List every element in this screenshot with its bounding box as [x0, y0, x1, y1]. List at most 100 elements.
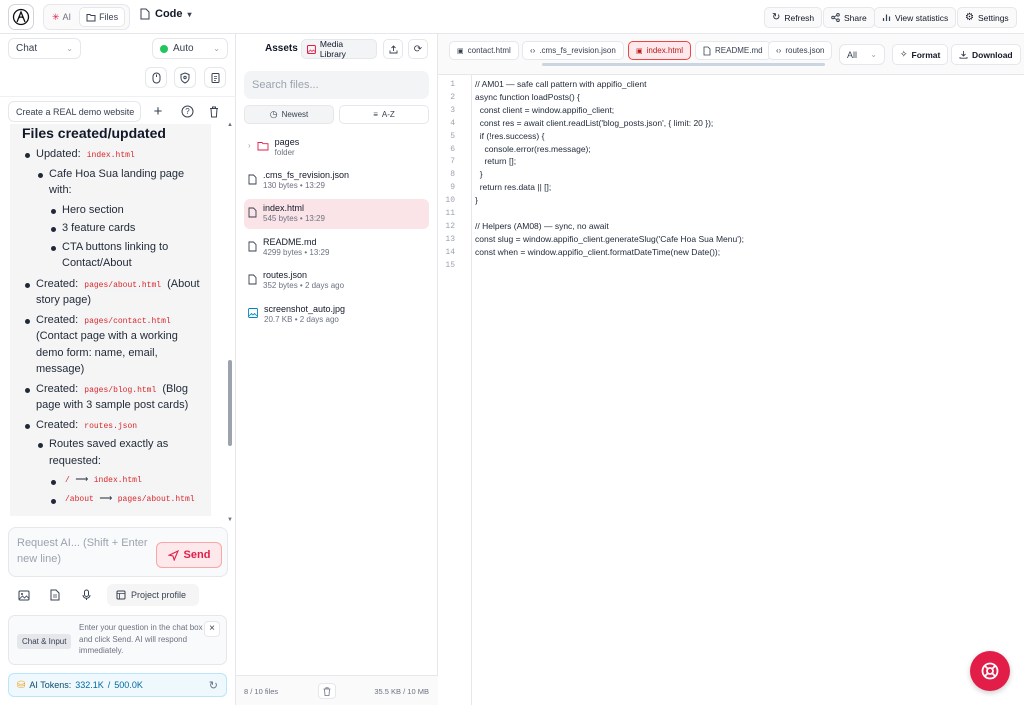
created-desc: (Contact page with a working demo form: …	[36, 330, 178, 375]
mode-select[interactable]: Chat ⌄	[8, 38, 81, 59]
file-name: screenshot_auto.jpg	[264, 304, 346, 314]
refresh-icon[interactable]: ↻	[209, 679, 218, 692]
file-icon	[248, 274, 257, 285]
file-code: index.html	[83, 150, 138, 161]
editor-tab[interactable]: ‹› .cms_fs_revision.json	[522, 41, 624, 60]
coins-icon: ⛁	[17, 679, 26, 691]
editor-tab[interactable]: ‹› routes.json	[768, 41, 833, 60]
support-button[interactable]	[970, 651, 1010, 691]
folder-icon	[257, 142, 269, 151]
file-name: pages	[274, 137, 300, 147]
view-statistics-button[interactable]: View statistics	[874, 7, 957, 28]
help-button[interactable]: ?	[176, 101, 198, 122]
chat-composer[interactable]: Request AI... (Shift + Enter new line) S…	[8, 527, 228, 577]
list-item: Routes saved exactly as requested:	[35, 436, 208, 469]
editor-tab[interactable]: ▣ contact.html	[449, 41, 519, 60]
close-hint-button[interactable]: ×	[204, 621, 220, 637]
sync-icon: ⟳	[413, 43, 423, 55]
clear-button[interactable]	[318, 683, 336, 699]
view-statistics-label: View statistics	[895, 12, 949, 23]
route-path: /	[62, 475, 73, 486]
list-item: 3 feature cards	[48, 220, 208, 237]
list-item: Created: pages/contact.html (Contact pag…	[22, 312, 208, 378]
document-icon	[50, 589, 60, 601]
mouse-button[interactable]	[145, 67, 167, 88]
editor-tab-active[interactable]: ▣ index.html	[628, 41, 692, 60]
media-library-button[interactable]: Media Library	[301, 39, 377, 59]
file-search-input[interactable]: Search files...	[244, 71, 429, 99]
microphone-button[interactable]	[74, 584, 98, 606]
folder-item-pages[interactable]: › pages folder	[244, 133, 429, 163]
file-item-selected[interactable]: index.html 545 bytes • 13:29	[244, 199, 429, 229]
created-label: Created:	[36, 382, 79, 395]
file-name: index.html	[263, 203, 305, 213]
tabs-scrollbar[interactable]	[449, 63, 833, 67]
model-select[interactable]: Auto ⌄	[152, 38, 228, 59]
add-button[interactable]: +	[147, 101, 169, 122]
share-button[interactable]: Share	[823, 7, 875, 28]
delete-button[interactable]	[203, 101, 225, 122]
file-item[interactable]: routes.json 352 bytes • 2 days ago	[244, 266, 429, 296]
editor-tab-label: README.md	[715, 46, 763, 55]
media-library-label: Media Library	[319, 39, 346, 59]
file-name: .cms_fs_revision.json	[263, 170, 350, 180]
tab-files[interactable]: Files	[79, 7, 126, 27]
route-item: /about ⟶ pages/about.html	[48, 492, 208, 506]
file-item[interactable]: .cms_fs_revision.json 130 bytes • 13:29	[244, 166, 429, 196]
send-button[interactable]: Send	[156, 542, 222, 568]
sort-az-button[interactable]: ≡ A-Z	[339, 105, 429, 124]
chat-scrollbar[interactable]: ▲ ▼	[227, 122, 233, 523]
folder-icon	[86, 13, 96, 21]
refresh-button[interactable]: ↻ Refresh	[764, 7, 823, 28]
settings-button[interactable]: ⚙ Settings	[957, 7, 1017, 28]
clipboard-icon	[211, 73, 219, 83]
editor-tab[interactable]: README.md	[695, 41, 771, 60]
refresh-label: Refresh	[784, 12, 815, 23]
tab-ai[interactable]: ✳ AI	[46, 7, 77, 27]
clipboard-button[interactable]	[204, 67, 226, 88]
editor-tab-label: contact.html	[467, 46, 511, 55]
download-button[interactable]: Download	[951, 44, 1021, 65]
bar-chart-icon	[882, 14, 891, 21]
project-profile-label: Project profile	[131, 590, 187, 600]
send-icon	[167, 549, 179, 561]
file-count: 8 / 10 files	[244, 687, 279, 696]
filter-select[interactable]: All ⌄	[839, 44, 885, 65]
tabs-scrollbar-thumb[interactable]	[542, 63, 825, 66]
sort-newest-button[interactable]: ◷ Newest	[244, 105, 334, 124]
app-logo[interactable]	[8, 4, 34, 30]
file-code: pages/contact.html	[81, 315, 174, 327]
file-name: routes.json	[263, 270, 308, 280]
project-input[interactable]: Create a REAL demo website	[8, 101, 141, 122]
updated-label: Updated:	[36, 148, 81, 160]
file-item[interactable]: README.md 4299 bytes • 13:29	[244, 233, 429, 263]
project-profile-button[interactable]: Project profile	[107, 584, 199, 606]
assets-footer: 8 / 10 files 35.5 KB / 10 MB	[236, 675, 438, 705]
shield-icon	[180, 71, 190, 84]
image-icon	[307, 44, 316, 54]
share-label: Share	[844, 12, 867, 23]
chevron-down-icon: ⌄	[66, 44, 73, 53]
file-meta: 4299 bytes • 13:29	[263, 247, 330, 257]
upload-button[interactable]	[383, 39, 403, 59]
view-switcher: ✳ AI Files	[43, 4, 130, 30]
code-area[interactable]: // AM01 — safe call pattern with appifio…	[438, 75, 1024, 705]
refresh-icon: ↻	[772, 12, 781, 23]
composer-placeholder: Request AI... (Shift + Enter new line)	[17, 537, 148, 565]
format-button[interactable]: ✧ Format	[892, 44, 949, 65]
document-button[interactable]	[43, 584, 67, 606]
image-button[interactable]	[12, 584, 36, 606]
code-line: // AM01 — safe call pattern with appifio…	[475, 79, 647, 89]
sync-button[interactable]: ⟳	[408, 39, 428, 59]
tokens-used: 332.1K	[75, 680, 104, 690]
code-dropdown[interactable]: Code ▾	[140, 8, 192, 20]
scrollbar-thumb[interactable]	[228, 360, 232, 446]
tab-files-label: Files	[99, 12, 119, 22]
file-item[interactable]: screenshot_auto.jpg 20.7 KB • 2 days ago	[244, 300, 429, 330]
file-code: routes.json	[81, 420, 141, 432]
html-icon: ▣	[636, 47, 643, 55]
mode-select-value: Chat	[16, 43, 38, 54]
shield-button[interactable]	[174, 67, 196, 88]
tab-ai-label: AI	[62, 12, 72, 22]
sparkle-icon: ✳	[52, 11, 60, 22]
